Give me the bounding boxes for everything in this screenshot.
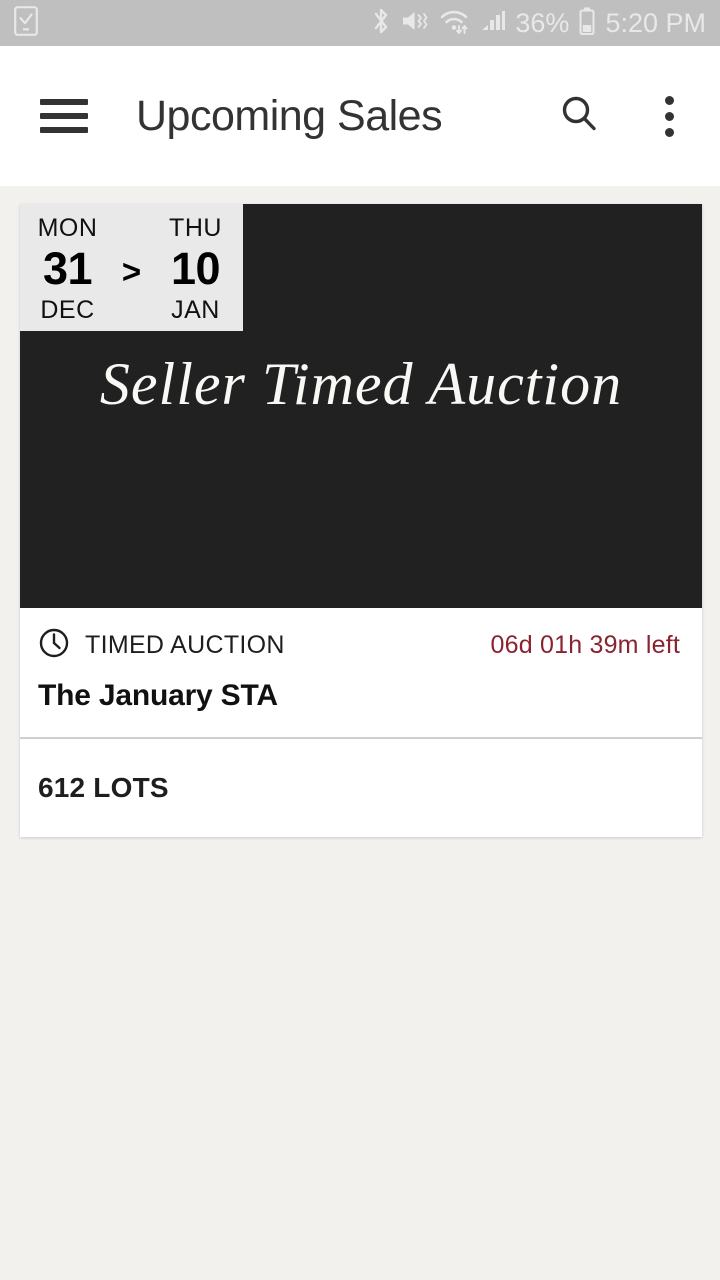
- cellular-signal-icon: [480, 6, 506, 41]
- sale-meta-row: TIMED AUCTION 06d 01h 39m left: [38, 628, 680, 662]
- page-title: Upcoming Sales: [136, 91, 443, 140]
- sale-type: TIMED AUCTION: [38, 627, 285, 664]
- dot: [664, 111, 674, 121]
- end-weekday: THU: [169, 213, 222, 242]
- start-month: DEC: [40, 295, 95, 324]
- sound-mute-vibrate-icon: [400, 6, 430, 41]
- sale-date-range-chip: MON 31 DEC > THU 10 JAN: [20, 204, 243, 331]
- status-bar-right-icons: 36% 5:20 PM: [371, 6, 706, 41]
- sale-title: The January STA: [38, 679, 278, 712]
- hamburger-menu-icon[interactable]: [40, 99, 88, 133]
- status-bar-left-icons: [14, 5, 38, 41]
- status-bar-clock: 5:20 PM: [605, 7, 706, 38]
- status-bar: 36% 5:20 PM: [0, 0, 720, 46]
- app-bar: Upcoming Sales: [0, 46, 720, 186]
- hamburger-bar: [40, 127, 88, 133]
- overflow-menu-button[interactable]: [646, 93, 692, 139]
- search-icon: [557, 92, 601, 141]
- battery-icon: [578, 6, 596, 41]
- sale-card[interactable]: MON 31 DEC > THU 10 JAN Seller Timed Auc…: [20, 204, 702, 837]
- battery-percent-label: 36%: [515, 7, 570, 38]
- search-button[interactable]: [556, 93, 602, 139]
- clock-icon: [38, 627, 70, 664]
- lots-count-label: 612 LOTS: [38, 772, 169, 803]
- start-day: 31: [42, 243, 93, 295]
- end-month: JAN: [171, 295, 220, 324]
- sale-end-date: THU 10 JAN: [154, 213, 238, 326]
- start-weekday: MON: [37, 213, 98, 242]
- sale-start-date: MON 31 DEC: [26, 213, 110, 326]
- sale-lots-row[interactable]: 612 LOTS: [20, 739, 702, 837]
- sale-type-label: TIMED AUCTION: [85, 630, 285, 659]
- sale-countdown: 06d 01h 39m left: [490, 630, 680, 659]
- more-vertical-icon: [664, 95, 674, 137]
- hamburger-bar: [40, 113, 88, 119]
- device-download-complete-icon: [14, 5, 38, 41]
- bluetooth-icon: [371, 6, 391, 41]
- sales-list: MON 31 DEC > THU 10 JAN Seller Timed Auc…: [0, 186, 720, 1280]
- dot: [664, 127, 674, 137]
- sale-meta: TIMED AUCTION 06d 01h 39m left The Janua…: [20, 608, 702, 739]
- date-range-separator: >: [121, 252, 142, 290]
- app-bar-actions: [556, 93, 692, 139]
- sale-banner[interactable]: MON 31 DEC > THU 10 JAN Seller Timed Auc…: [20, 204, 702, 608]
- hamburger-bar: [40, 99, 88, 105]
- end-day: 10: [170, 243, 221, 295]
- wifi-icon: [439, 6, 471, 41]
- dot: [664, 95, 674, 105]
- banner-headline: Seller Timed Auction: [99, 351, 623, 417]
